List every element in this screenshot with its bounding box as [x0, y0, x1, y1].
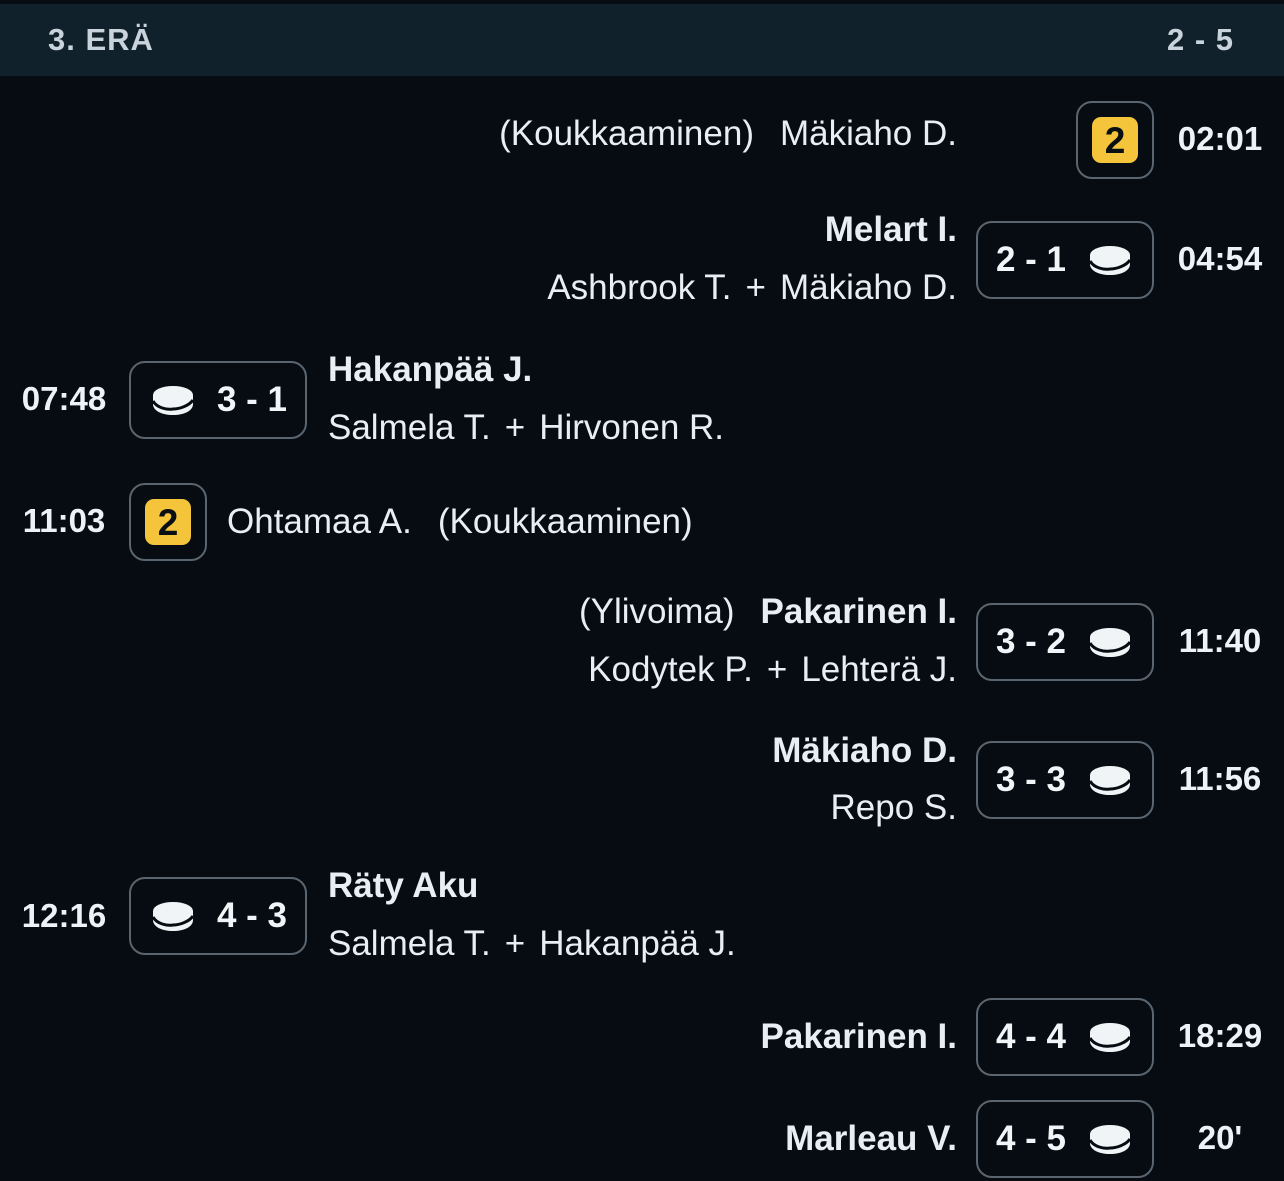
assist: Salmela T.	[328, 408, 491, 447]
plus-sign: +	[504, 408, 526, 447]
hockey-puck-icon	[149, 899, 197, 933]
goal-score-box: 3 - 1	[129, 361, 307, 439]
goal-scorer-line: (Ylivoima) Pakarinen I.	[579, 592, 957, 632]
period-header: 3. ERÄ 2 - 5	[0, 4, 1284, 76]
hockey-puck-icon	[1086, 1020, 1134, 1054]
hockey-puck-icon	[1086, 243, 1134, 277]
goal-score: 3 - 2	[995, 622, 1067, 661]
goal-score-box: 3 - 2	[976, 603, 1154, 681]
period-score: 2 - 5	[1166, 22, 1234, 57]
assist: Hakanpää J.	[539, 924, 736, 963]
plus-sign: +	[745, 268, 766, 307]
event-time: 02:01	[1177, 120, 1263, 157]
goal-tag: (Ylivoima)	[578, 592, 735, 631]
goal-score-box: 3 - 3	[976, 741, 1154, 819]
event-time: 11:56	[1178, 760, 1262, 797]
goal-assists: Salmela T. + Hakanpää J.	[328, 924, 736, 964]
event-time: 12:16	[21, 897, 107, 934]
goal-score: 2 - 1	[995, 240, 1067, 279]
goal-score-box: 2 - 1	[976, 221, 1154, 299]
goal-scorer: Pakarinen I.	[760, 1017, 957, 1056]
assist: Kodytek P.	[588, 650, 753, 689]
penalty-player: Mäkiaho D.	[779, 114, 957, 153]
penalty-badge-icon: 2	[1092, 117, 1138, 163]
hockey-puck-icon	[149, 383, 197, 417]
goal-scorer: Räty Aku	[328, 866, 479, 905]
goal-score: 4 - 3	[216, 896, 288, 935]
goal-assists: Salmela T. + Hirvonen R.	[328, 408, 724, 448]
goal-scorer: Marleau V.	[785, 1119, 957, 1158]
penalty-box: 2	[1076, 101, 1154, 179]
plus-sign: +	[766, 650, 788, 689]
assist: Hirvonen R.	[539, 408, 725, 447]
event-time: 18:29	[1177, 1017, 1263, 1054]
penalty-reason: (Koukkaaminen)	[437, 502, 693, 541]
penalty-box: 2	[129, 483, 207, 561]
goal-assists: Repo S.	[831, 788, 957, 828]
assist: Mäkiaho D.	[779, 268, 957, 307]
period-title: 3. ERÄ	[48, 22, 154, 57]
event-time: 11:03	[22, 502, 106, 539]
goal-scorer: Mäkiaho D.	[772, 731, 957, 770]
goal-score: 4 - 4	[995, 1017, 1067, 1056]
goal-scorer: Hakanpää J.	[328, 350, 533, 389]
goal-assists: Kodytek P. + Lehterä J.	[588, 650, 957, 690]
goal-score: 4 - 5	[995, 1119, 1067, 1158]
goal-scorer: Pakarinen I.	[760, 592, 957, 631]
assist: Ashbrook T.	[547, 268, 732, 307]
penalty-badge-icon: 2	[145, 499, 191, 545]
event-time: 07:48	[21, 380, 107, 417]
hockey-puck-icon	[1086, 1122, 1134, 1156]
event-time: 04:54	[1177, 240, 1263, 277]
assist: Lehterä J.	[801, 650, 957, 689]
penalty-reason: (Koukkaaminen)	[499, 114, 754, 153]
penalty-text: Ohtamaa A. (Koukkaaminen)	[227, 502, 693, 542]
plus-sign: +	[504, 924, 526, 963]
assist: Repo S.	[830, 788, 957, 827]
goal-assists: Ashbrook T. + Mäkiaho D.	[547, 268, 957, 308]
penalty-player: Ohtamaa A.	[227, 502, 412, 541]
penalty-text: (Koukkaaminen) Mäkiaho D.	[499, 114, 957, 154]
goal-score-box: 4 - 5	[976, 1100, 1154, 1178]
goal-score: 3 - 1	[216, 380, 288, 419]
goal-score-box: 4 - 4	[976, 998, 1154, 1076]
event-time: 20'	[1197, 1119, 1243, 1156]
hockey-puck-icon	[1086, 625, 1134, 659]
goal-scorer: Melart I.	[824, 210, 957, 249]
assist: Salmela T.	[328, 924, 491, 963]
hockey-puck-icon	[1086, 763, 1134, 797]
event-time: 11:40	[1178, 622, 1262, 659]
goal-score: 3 - 3	[995, 760, 1067, 799]
goal-score-box: 4 - 3	[129, 877, 307, 955]
